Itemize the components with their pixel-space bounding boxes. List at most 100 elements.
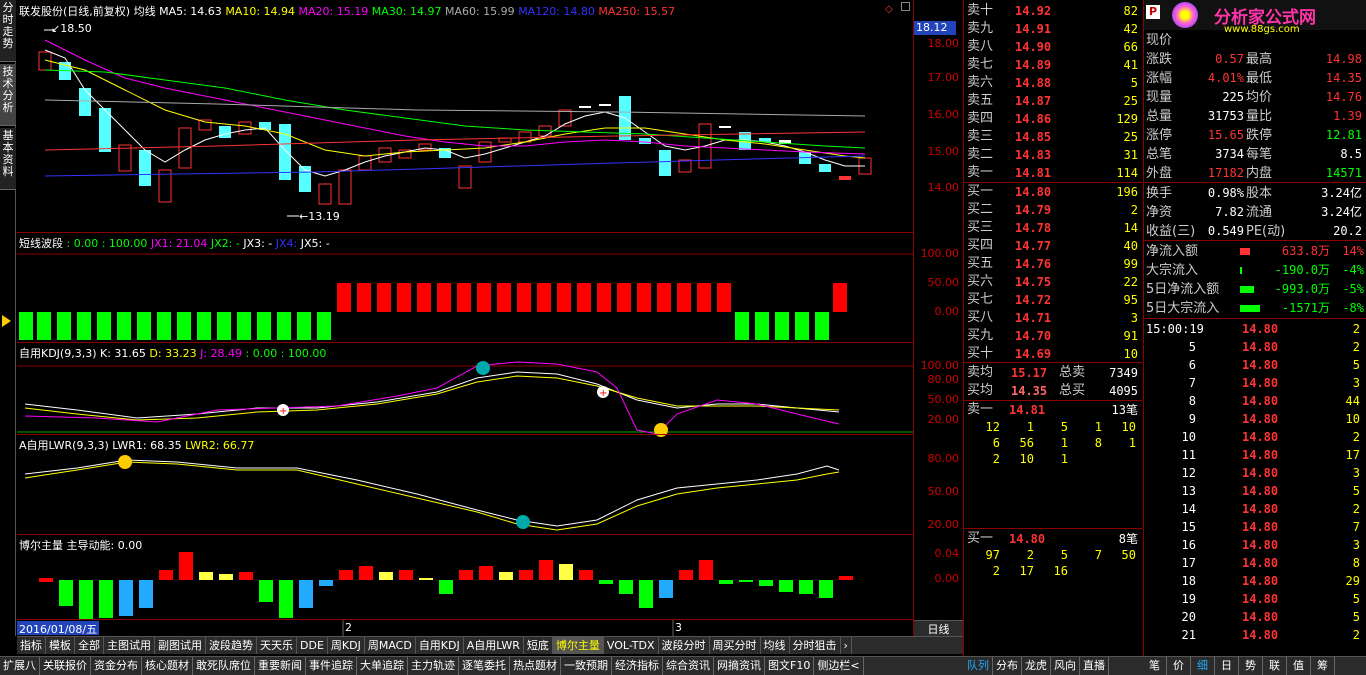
- indicator-tab[interactable]: VOL-TDX: [604, 637, 659, 654]
- function-tab[interactable]: 综合资讯: [663, 657, 714, 675]
- detail-tab[interactable]: 日: [1215, 657, 1239, 675]
- buy-level-row[interactable]: 买九 14.70 91: [967, 327, 1140, 345]
- sell-level-row[interactable]: 卖六 14.88 5: [967, 74, 1140, 92]
- chevron-right-icon[interactable]: ›: [841, 637, 852, 654]
- tick-row: 21 14.80 2: [1181, 628, 1360, 642]
- stat-row: 外盘 17182 内盘 14571: [1146, 166, 1362, 181]
- buy-level-row[interactable]: 买二 14.79 2: [967, 201, 1140, 219]
- wave-jx4: JX4:: [275, 237, 298, 250]
- side-tab[interactable]: 风向: [1051, 657, 1080, 675]
- buy-level-row[interactable]: 买六 14.75 22: [967, 273, 1140, 291]
- buy-level-row[interactable]: 买五 14.76 99: [967, 255, 1140, 273]
- side-tab[interactable]: 龙虎: [1022, 657, 1051, 675]
- function-tab[interactable]: 重要新闻: [255, 657, 306, 675]
- sell-level-row[interactable]: 卖十 14.92 82: [967, 2, 1140, 20]
- expand-arrow-icon[interactable]: [2, 315, 11, 327]
- buy-level-row[interactable]: 买七 14.72 95: [967, 291, 1140, 309]
- stat-row: 收益(三) 0.549 PE(动) 20.2: [1146, 224, 1362, 239]
- sell-level-row[interactable]: 卖三 14.85 25: [967, 128, 1140, 146]
- stat-row: 总量 31753 量比 1.39: [1146, 109, 1362, 124]
- detail-tab[interactable]: 势: [1239, 657, 1263, 675]
- tick-row: 19 14.80 5: [1181, 592, 1360, 606]
- indicator-tab[interactable]: 全部: [75, 637, 104, 654]
- indicator-tab[interactable]: 周KDJ: [328, 637, 365, 654]
- indicator-tab[interactable]: 指标: [17, 637, 46, 654]
- tab-fundamental[interactable]: 基本资料: [0, 128, 16, 190]
- function-tab[interactable]: 事件追踪: [306, 657, 357, 675]
- function-tab[interactable]: 核心题材: [142, 657, 193, 675]
- divider: [17, 342, 913, 343]
- function-tab[interactable]: 敢死队席位: [193, 657, 255, 675]
- queue-sell-header: 卖一 14.81 13笔: [967, 402, 1138, 417]
- indicator-tab[interactable]: 分时狙击: [790, 637, 841, 654]
- lwr1-value: LWR1: 68.35: [112, 439, 182, 452]
- side-tab[interactable]: 直播: [1080, 657, 1109, 675]
- function-tab[interactable]: 侧边栏<: [814, 657, 864, 675]
- detail-tab[interactable]: 值: [1287, 657, 1311, 675]
- detail-tab[interactable]: 细: [1191, 657, 1215, 675]
- function-tab[interactable]: 大单追踪: [357, 657, 408, 675]
- period-button[interactable]: 日线: [914, 620, 963, 636]
- side-tab[interactable]: 队列: [964, 657, 993, 675]
- indicator-tab[interactable]: 模板: [46, 637, 75, 654]
- stat-row: 现价: [1146, 33, 1173, 48]
- function-tab[interactable]: 逐笔委托: [459, 657, 510, 675]
- wave-jx3: JX3: -: [243, 237, 273, 250]
- buy-level-row[interactable]: 买一 14.80 196: [967, 183, 1140, 201]
- flower-logo-icon: [1172, 2, 1198, 28]
- info-panel: P 分析家公式网 www.88gs.com 现价 涨跌 0.57 最高 14.98 涨幅 4…: [1143, 0, 1366, 658]
- indicator-tab[interactable]: 自用KDJ: [416, 637, 464, 654]
- sell-level-row[interactable]: 卖五 14.87 25: [967, 92, 1140, 110]
- sell-level-row[interactable]: 卖七 14.89 41: [967, 56, 1140, 74]
- indicator-tab[interactable]: 波段分时: [659, 637, 710, 654]
- indicator-tab[interactable]: 均线: [761, 637, 790, 654]
- kdj-j: J: 28.49: [200, 347, 243, 360]
- function-tab[interactable]: 关联报价: [40, 657, 91, 675]
- month-mark: 3: [675, 621, 682, 634]
- function-tab[interactable]: 资金分布: [91, 657, 142, 675]
- indicator-tab[interactable]: 周MACD: [365, 637, 416, 654]
- tab-technical[interactable]: 技术分析: [0, 64, 16, 126]
- buy-level-row[interactable]: 买四 14.77 40: [967, 237, 1140, 255]
- function-tab[interactable]: 热点题材: [510, 657, 561, 675]
- function-tab[interactable]: 网摘资讯: [714, 657, 765, 675]
- tick-row: 7 14.80 3: [1188, 376, 1360, 390]
- indicator-tab[interactable]: A自用LWR: [464, 637, 524, 654]
- tick-row: 20 14.80 5: [1181, 610, 1360, 624]
- detail-tab[interactable]: 价: [1167, 657, 1191, 675]
- indicator-tab[interactable]: 波段趋势: [206, 637, 257, 654]
- function-tab[interactable]: 主力轨迹: [408, 657, 459, 675]
- indicator-tab[interactable]: 短底: [524, 637, 553, 654]
- indicator-tab[interactable]: 副图试用: [155, 637, 206, 654]
- sell-level-row[interactable]: 卖九 14.91 42: [967, 20, 1140, 38]
- price-axis: 18.12 18.00 17.00 16.00 15.00 14.00 100.…: [913, 0, 963, 636]
- chart-area: 联发股份(日线,前复权) 均线 MA5: 14.63 MA10: 14.94 M…: [17, 0, 913, 636]
- side-tab[interactable]: 分布: [993, 657, 1022, 675]
- sell-level-row[interactable]: 卖一 14.81 114: [967, 164, 1140, 182]
- detail-tab[interactable]: 筹: [1311, 657, 1335, 675]
- buy-level-row[interactable]: 买八 14.71 3: [967, 309, 1140, 327]
- kdj-k: K: 31.65: [100, 347, 146, 360]
- indicator-tab[interactable]: 天天乐: [257, 637, 297, 654]
- detail-tab[interactable]: 笔: [1143, 657, 1167, 675]
- indicator-tab[interactable]: 主图试用: [104, 637, 155, 654]
- divider: [17, 232, 913, 233]
- function-tab[interactable]: 经济指标: [612, 657, 663, 675]
- buy-level-row[interactable]: 买三 14.78 14: [967, 219, 1140, 237]
- buy-level-row[interactable]: 买十 14.69 10: [967, 345, 1140, 363]
- indicator-tab[interactable]: DDE: [297, 637, 328, 654]
- function-tab[interactable]: 图文F10: [765, 657, 815, 675]
- indicator-tab[interactable]: 博尔主量: [552, 637, 604, 654]
- detail-tab[interactable]: 联: [1263, 657, 1287, 675]
- flow-row: 5日大宗流入 -1571万 -8%: [1146, 301, 1364, 316]
- stat-row: 现量 225 均价 14.76: [1146, 90, 1362, 105]
- function-tab[interactable]: 一致预期: [561, 657, 612, 675]
- sell-level-row[interactable]: 卖八 14.90 66: [967, 38, 1140, 56]
- tick-row: 9 14.80 10: [1188, 412, 1360, 426]
- sell-level-row[interactable]: 卖四 14.86 129: [967, 110, 1140, 128]
- tab-intraday[interactable]: 分时走势: [0, 0, 16, 62]
- indicator-tab[interactable]: 周买分时: [710, 637, 761, 654]
- function-tab[interactable]: 扩展八: [0, 657, 40, 675]
- high-price-label: ↙18.50: [51, 22, 92, 35]
- sell-level-row[interactable]: 卖二 14.83 31: [967, 146, 1140, 164]
